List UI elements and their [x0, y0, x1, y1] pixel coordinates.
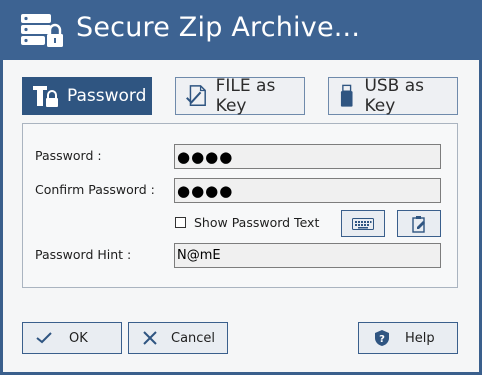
tab-usb-as-key[interactable]: USB as Key: [328, 76, 458, 116]
usb-drive-icon: [340, 84, 353, 107]
confirm-password-field[interactable]: ●●●●: [174, 178, 441, 203]
tab-password-label: Password: [67, 86, 147, 106]
help-button[interactable]: ? Help: [358, 322, 458, 354]
show-password-checkbox[interactable]: [175, 217, 186, 228]
file-key-icon: [186, 85, 206, 106]
secure-zip-dialog: Secure Zip Archive... Password FILE as K…: [0, 0, 482, 375]
ok-button[interactable]: OK: [22, 322, 122, 354]
virtual-keyboard-button[interactable]: [341, 210, 385, 237]
password-hint-field[interactable]: N@mE: [174, 243, 441, 268]
ok-button-label: OK: [69, 330, 88, 346]
confirm-password-label: Confirm Password :: [35, 182, 155, 197]
keyboard-icon: [352, 217, 374, 230]
cancel-button-label: Cancel: [171, 330, 216, 346]
password-hint-label: Password Hint :: [35, 247, 132, 262]
dialog-body: Password FILE as Key USB as Key Password…: [3, 60, 479, 372]
title-bar: Secure Zip Archive...: [0, 0, 482, 60]
tab-usb-as-key-label: USB as Key: [364, 76, 425, 116]
password-field[interactable]: ●●●●: [174, 144, 441, 169]
cancel-button[interactable]: Cancel: [128, 322, 228, 354]
help-shield-icon: ?: [373, 329, 391, 347]
svg-text:?: ?: [379, 334, 385, 345]
archive-lock-icon: [21, 14, 63, 47]
clipboard-edit-icon: [412, 215, 425, 233]
password-label: Password :: [35, 148, 102, 163]
password-lock-icon: [33, 86, 58, 107]
password-panel: Password : ●●●● Confirm Password : ●●●● …: [22, 123, 458, 288]
help-button-label: Help: [405, 330, 435, 346]
tab-file-as-key[interactable]: FILE as Key: [175, 76, 305, 116]
show-password-label[interactable]: Show Password Text: [194, 215, 319, 230]
window-title: Secure Zip Archive...: [76, 12, 361, 43]
tab-password[interactable]: Password: [22, 77, 152, 115]
close-icon: [141, 329, 159, 347]
tab-file-as-key-label: FILE as Key: [215, 76, 276, 116]
paste-password-button[interactable]: [397, 210, 441, 237]
checkmark-icon: [35, 329, 53, 347]
